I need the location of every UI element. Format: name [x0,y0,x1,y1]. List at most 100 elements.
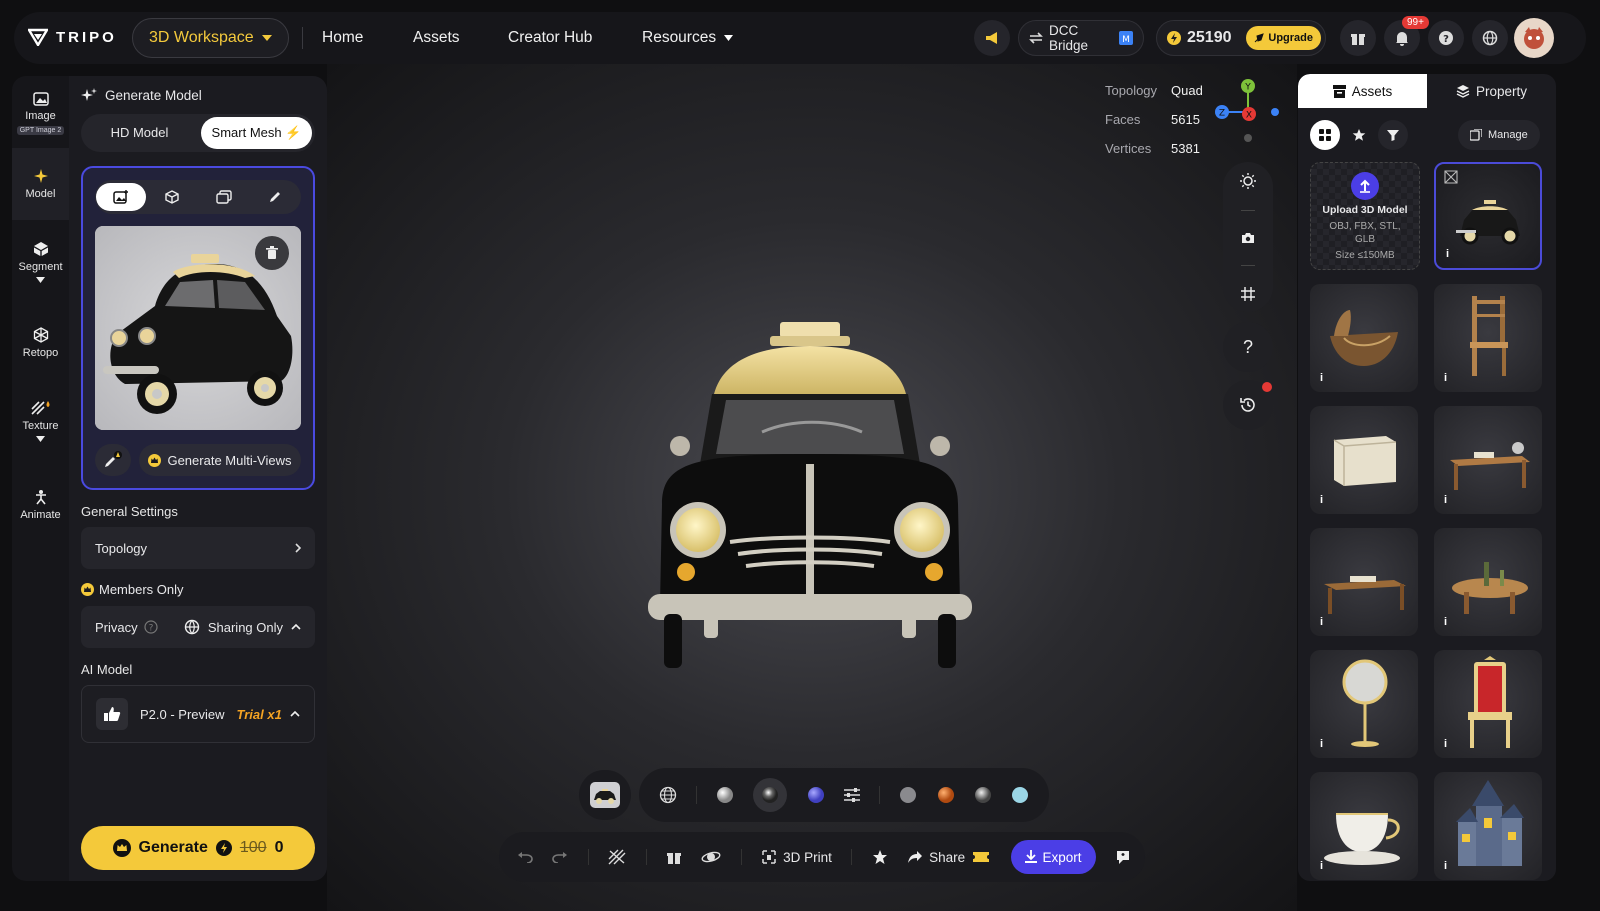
ai-model-heading: AI Model [81,662,133,677]
mirror-thumb [1342,659,1388,747]
delete-image-button[interactable] [255,236,289,270]
upload-3d-model-tile[interactable]: Upload 3D Model OBJ, FBX, STL, GLB Size … [1310,162,1420,270]
textured-mode-button[interactable] [753,778,788,812]
orbit-icon[interactable] [701,849,721,865]
info-icon[interactable]: i [1444,860,1447,872]
gift-box-icon[interactable] [666,849,682,865]
favorites-filter-button[interactable] [1344,120,1374,150]
sparkle-icon [33,168,49,184]
privacy-select[interactable]: Sharing Only [184,619,301,635]
feedback-icon[interactable] [1115,849,1131,865]
chrome-material-icon[interactable] [974,786,992,804]
smart-mesh-tab[interactable]: Smart Mesh ⚡ [201,117,312,149]
single-image-tab[interactable] [95,183,146,211]
dcc-bridge-button[interactable]: DCC Bridge M [1018,20,1144,56]
help-button[interactable]: ? [1428,20,1464,56]
info-icon[interactable]: i [1444,372,1447,384]
divider [302,27,303,49]
tab-assets[interactable]: Assets [1298,74,1427,108]
info-icon[interactable]: i [1320,738,1323,750]
bottom-action-bar: 3D Print Share Export [499,832,1145,882]
credits-pill: 25190 Upgrade [1156,20,1326,56]
info-icon[interactable]: i [1320,372,1323,384]
cyan-material-icon[interactable] [1011,786,1029,804]
orange-material-icon[interactable] [937,786,955,804]
hd-model-tab[interactable]: HD Model [84,117,195,149]
manage-button[interactable]: Manage [1458,120,1540,150]
asset-tile-haunted-house[interactable]: i [1434,772,1542,880]
lighting-icon[interactable] [1240,172,1256,189]
asset-tile-taxi[interactable]: i [1434,162,1542,270]
nav-resources[interactable]: Resources [642,29,734,47]
help-viewport-button[interactable]: ? [1223,322,1273,372]
camera-icon[interactable] [1241,232,1255,244]
nav-creator-hub[interactable]: Creator Hub [508,29,592,47]
info-icon[interactable]: i [1444,738,1447,750]
export-button[interactable]: Export [1010,840,1096,874]
rail-item-model[interactable]: Model [12,148,69,220]
filter-button[interactable] [1378,120,1408,150]
gift-button[interactable] [1340,20,1376,56]
grey-material-icon[interactable] [899,786,917,804]
rail-item-retopo[interactable]: Retopo [12,312,69,374]
clay-sphere-icon[interactable] [716,786,734,804]
sliders-icon[interactable] [843,788,860,802]
rail-item-segment[interactable]: Segment [12,226,69,298]
rail-item-label: Model [25,188,56,200]
asset-tile-round-table[interactable]: i [1434,528,1542,636]
workspace-dropdown[interactable]: 3D Workspace [132,18,289,58]
panel-header: Generate Model [81,87,202,103]
info-icon[interactable]: i [1320,494,1323,506]
crown-coin-icon [81,583,94,596]
asset-tile-teacup[interactable]: i [1310,772,1418,880]
info-icon[interactable]: i [1444,616,1447,628]
language-button[interactable] [1472,20,1508,56]
privacy-row: Privacy ? Sharing Only [81,606,315,648]
rail-item-texture[interactable]: Texture [12,382,69,460]
tripo-logo[interactable]: TRIPO [28,28,117,46]
normal-sphere-icon[interactable] [807,786,825,804]
grid-adjust-icon[interactable] [1241,287,1255,302]
edit-image-button[interactable] [95,444,131,476]
rail-item-animate[interactable]: Animate [12,474,69,536]
ai-model-select[interactable]: P2.0 - Preview Trial x1 [81,685,315,743]
3d-taxi-model[interactable] [642,314,982,674]
3d-viewport[interactable]: Topology Quad Faces 5615 Vertices 5381 Y Z … [327,64,1297,911]
redo-icon[interactable] [552,851,568,863]
info-icon[interactable]: i [1320,860,1323,872]
generate-button[interactable]: Generate 100 0 [81,826,315,870]
multi-view-tab[interactable] [199,183,249,211]
nav-home[interactable]: Home [322,29,363,47]
asset-tile-crate[interactable]: i [1310,406,1418,514]
asset-tile-throne[interactable]: i [1434,650,1542,758]
announcement-button[interactable] [974,20,1010,56]
nav-assets[interactable]: Assets [413,29,460,47]
model-thumbnail-button[interactable] [579,770,631,820]
axis-gizmo[interactable]: Y Z X [1207,76,1287,160]
texture-toggle-icon[interactable] [608,849,626,865]
share-button[interactable]: Share [907,850,991,865]
rail-item-image[interactable]: Image GPT Image 2 [12,82,69,144]
generate-multiviews-button[interactable]: Generate Multi-Views [139,444,301,476]
3d-cube-tab[interactable] [147,183,197,211]
info-icon[interactable]: i [1444,494,1447,506]
info-icon[interactable]: i [1446,248,1449,260]
asset-tile-desk-globe[interactable]: i [1434,406,1542,514]
undo-icon[interactable] [517,851,533,863]
taxi-thumb [1456,200,1520,245]
asset-tile-mirror[interactable]: i [1310,650,1418,758]
wireframe-sphere-icon[interactable] [659,786,677,804]
star-icon[interactable] [872,849,888,865]
upgrade-button[interactable]: Upgrade [1246,26,1321,50]
3d-print-button[interactable]: 3D Print [761,849,832,865]
asset-tile-writing-desk[interactable]: i [1310,528,1418,636]
asset-tile-chair[interactable]: i [1434,284,1542,392]
grid-view-button[interactable] [1310,120,1340,150]
question-circle-icon[interactable]: ? [144,620,158,634]
user-avatar[interactable] [1514,18,1554,58]
tab-property[interactable]: Property [1427,74,1556,108]
topology-row[interactable]: Topology [81,527,315,569]
sketch-tab[interactable] [250,183,300,211]
info-icon[interactable]: i [1320,616,1323,628]
asset-tile-boat[interactable]: i [1310,284,1418,392]
